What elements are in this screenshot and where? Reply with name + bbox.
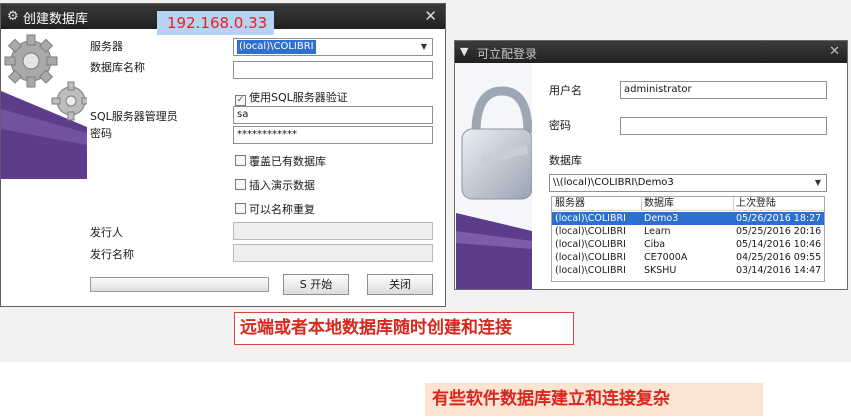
row-database: SKSHU: [644, 265, 677, 276]
recent-connections-table: 服务器 数据库 上次登陆 (local)\COLIBRI Demo3 05/26…: [551, 196, 825, 282]
sql-admin-input[interactable]: sa: [233, 106, 433, 124]
create-dialog-title: 创建数据库: [23, 12, 89, 27]
close-icon[interactable]: ✕: [424, 7, 437, 25]
table-row[interactable]: (local)\COLIBRI Learn 05/25/2016 20:16: [552, 225, 824, 238]
table-header-row: 服务器 数据库 上次登陆: [552, 197, 824, 211]
server-select-value: (local)\COLIBRI: [237, 40, 316, 54]
server-select[interactable]: (local)\COLIBRI ▼: [233, 38, 433, 56]
database-name-input[interactable]: [233, 61, 433, 79]
app-gear-icon: ⚙: [7, 9, 19, 24]
insert-demo-label: 插入演示数据: [249, 179, 315, 192]
login-dialog: ▼ 可立配登录 ✕ 用户名 administrator 密码 数据库 \\(lo…: [454, 40, 848, 290]
column-header-last-login[interactable]: 上次登陆: [736, 197, 776, 210]
insert-demo-checkbox[interactable]: 插入演示数据: [235, 177, 315, 193]
dropdown-arrow-icon[interactable]: ▼: [421, 39, 427, 55]
database-select[interactable]: \\(local)\COLIBRI\Demo3 ▼: [549, 174, 827, 192]
main-caption: 远端或者本地数据库随时创建和连接: [234, 312, 574, 345]
sql-admin-label: SQL服务器管理员: [90, 110, 178, 123]
login-dialog-titlebar: ▼ 可立配登录 ✕: [455, 41, 847, 63]
dropdown-arrow-icon[interactable]: ▼: [815, 175, 821, 191]
row-server: (local)\COLIBRI: [555, 226, 626, 237]
overwrite-db-checkbox[interactable]: 覆盖已有数据库: [235, 153, 326, 169]
row-server: (local)\COLIBRI: [555, 252, 626, 263]
allow-duplicate-checkbox[interactable]: 可以名称重复: [235, 201, 315, 217]
row-database: CE7000A: [644, 252, 688, 263]
checkbox-unchecked-icon[interactable]: [235, 179, 246, 190]
row-server: (local)\COLIBRI: [555, 265, 626, 276]
close-button[interactable]: 关闭: [367, 274, 433, 295]
table-row[interactable]: (local)\COLIBRI SKSHU 03/14/2016 14:47: [552, 264, 824, 277]
password-input[interactable]: ************: [233, 126, 433, 144]
row-server: (local)\COLIBRI: [555, 239, 626, 250]
padlock-banner-image: [456, 63, 532, 289]
row-last-login: 04/25/2016 09:55: [736, 252, 822, 263]
publisher-name-label: 发行名称: [90, 248, 134, 261]
column-header-database[interactable]: 数据库: [644, 197, 674, 210]
column-divider: [641, 197, 642, 211]
allow-duplicate-label: 可以名称重复: [249, 203, 315, 216]
server-ip-label: 192.168.0.33: [157, 11, 274, 35]
database-name-label: 数据库名称: [90, 61, 145, 74]
login-dialog-title: 可立配登录: [477, 47, 538, 61]
table-row[interactable]: (local)\COLIBRI CE7000A 04/25/2016 09:55: [552, 251, 824, 264]
publisher-name-input: [233, 244, 433, 262]
row-last-login: 05/14/2016 10:46: [736, 239, 822, 250]
row-last-login: 05/26/2016 18:27: [736, 213, 822, 224]
column-divider: [733, 197, 734, 211]
username-input[interactable]: administrator: [620, 81, 827, 99]
close-icon[interactable]: ✕: [829, 44, 840, 59]
progress-bar: [90, 277, 269, 292]
username-label: 用户名: [549, 84, 582, 97]
server-label: 服务器: [90, 40, 123, 53]
filter-funnel-icon: ▼: [460, 45, 469, 58]
column-header-server[interactable]: 服务器: [555, 197, 585, 210]
overwrite-db-label: 覆盖已有数据库: [249, 155, 326, 168]
gears-banner-image: [1, 29, 87, 179]
row-database: Learn: [644, 226, 671, 237]
table-row[interactable]: (local)\COLIBRI Ciba 05/14/2016 10:46: [552, 238, 824, 251]
table-row[interactable]: (local)\COLIBRI Demo3 05/26/2016 18:27: [552, 212, 824, 225]
login-password-input[interactable]: [620, 117, 827, 135]
start-button[interactable]: S 开始: [283, 274, 349, 295]
row-last-login: 03/14/2016 14:47: [736, 265, 822, 276]
publisher-label: 发行人: [90, 226, 123, 239]
use-sql-auth-checkbox[interactable]: ✓ 使用SQL服务器验证: [235, 89, 348, 106]
row-database: Demo3: [644, 213, 679, 224]
checkbox-checked-icon[interactable]: ✓: [235, 95, 246, 106]
row-last-login: 05/25/2016 20:16: [736, 226, 822, 237]
database-select-value: \\(local)\COLIBRI\Demo3: [553, 177, 674, 188]
checkbox-unchecked-icon[interactable]: [235, 155, 246, 166]
database-label: 数据库: [549, 154, 582, 167]
secondary-caption: 有些软件数据库建立和连接复杂: [425, 383, 763, 416]
password-label: 密码: [90, 127, 112, 140]
publisher-input: [233, 222, 433, 240]
use-sql-auth-label: 使用SQL服务器验证: [249, 91, 348, 104]
checkbox-unchecked-icon[interactable]: [235, 203, 246, 214]
login-password-label: 密码: [549, 119, 571, 132]
row-database: Ciba: [644, 239, 666, 250]
create-database-dialog: ⚙ 创建数据库 ✕ 服务器 (local)\COLIBRI ▼ 数据库名称 ✓ …: [0, 3, 446, 307]
row-server: (local)\COLIBRI: [555, 213, 626, 224]
